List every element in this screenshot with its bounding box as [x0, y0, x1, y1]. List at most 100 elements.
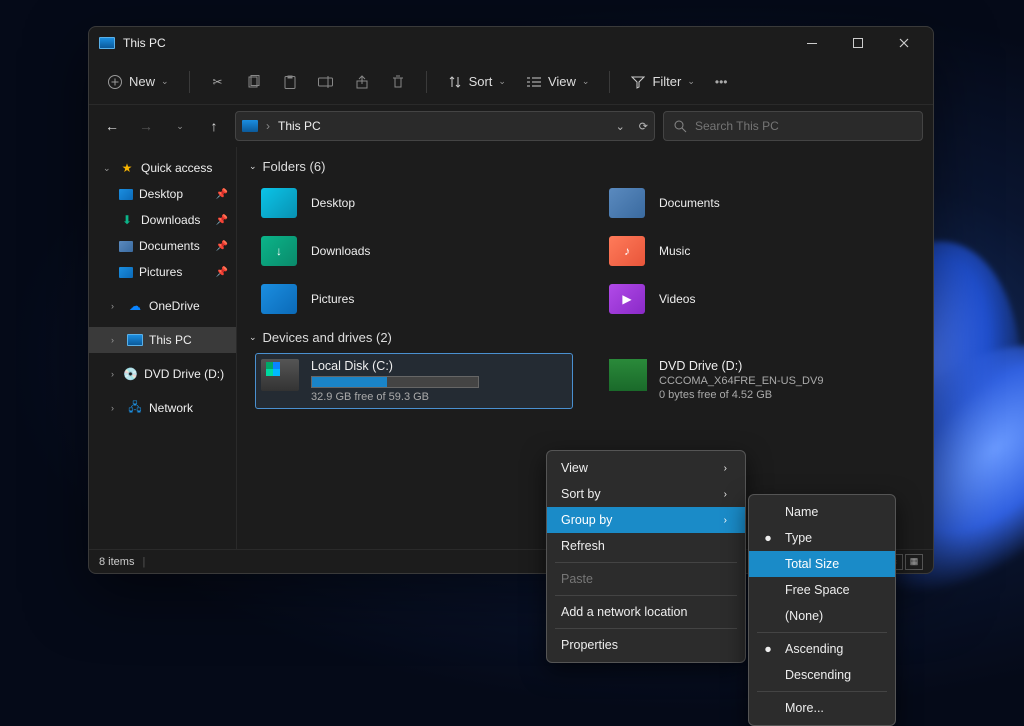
chevron-down-icon: ⌄ [103, 163, 113, 174]
chevron-down-icon: ⌄ [249, 332, 257, 343]
view-button[interactable]: View ⌄ [518, 68, 598, 96]
chevron-right-icon: › [111, 369, 117, 379]
sidebar: ⌄ ★ Quick access Desktop 📌 ⬇ Downloads 📌… [89, 147, 237, 549]
submenu-item-ascending[interactable]: ●Ascending [749, 636, 895, 662]
dvd-drive-icon [609, 359, 647, 391]
cut-button[interactable]: ✂ [202, 68, 234, 96]
ellipsis-icon: ••• [715, 75, 728, 89]
sidebar-item-this-pc[interactable]: › This PC [89, 327, 236, 353]
group-by-submenu: Name ●Type Total Size Free Space (None) … [748, 494, 896, 726]
forward-button[interactable]: → [133, 113, 159, 139]
menu-item-refresh[interactable]: Refresh [547, 533, 745, 559]
folders-section-header[interactable]: ⌄ Folders (6) [249, 159, 921, 174]
address-path: This PC [278, 119, 321, 133]
sidebar-item-dvd[interactable]: › 💿 DVD Drive (D:) CCCOMA [89, 361, 236, 387]
sidebar-item-pictures[interactable]: Pictures 📌 [89, 259, 236, 285]
more-button[interactable]: ••• [707, 69, 736, 95]
chevron-down-icon: ⌄ [249, 161, 257, 172]
close-button[interactable] [881, 27, 927, 59]
sidebar-item-network[interactable]: › 🖧 Network [89, 395, 236, 421]
share-button[interactable] [346, 68, 378, 96]
disc-icon: 💿 [123, 367, 138, 381]
sidebar-item-quick-access[interactable]: ⌄ ★ Quick access [89, 155, 236, 181]
desktop-folder-icon [261, 188, 297, 218]
menu-item-group-by[interactable]: Group by› [547, 507, 745, 533]
delete-button[interactable] [382, 68, 414, 96]
folder-downloads[interactable]: ↓Downloads [255, 230, 573, 272]
back-button[interactable]: ← [99, 113, 125, 139]
folder-desktop[interactable]: Desktop [255, 182, 573, 224]
rename-icon [318, 74, 334, 90]
menu-item-properties[interactable]: Properties [547, 632, 745, 658]
search-box[interactable] [663, 111, 923, 141]
refresh-button[interactable]: ⟳ [639, 120, 648, 133]
sidebar-item-downloads[interactable]: ⬇ Downloads 📌 [89, 207, 236, 233]
folder-music[interactable]: ♪Music [603, 230, 921, 272]
paste-button[interactable] [274, 68, 306, 96]
chevron-right-icon: › [724, 515, 727, 526]
sidebar-item-desktop[interactable]: Desktop 📌 [89, 181, 236, 207]
file-explorer-window: This PC New ⌄ ✂ [88, 26, 934, 574]
drive-local-c[interactable]: Local Disk (C:) 32.9 GB free of 59.3 GB [255, 353, 573, 409]
folder-videos[interactable]: ▶Videos [603, 278, 921, 320]
new-button[interactable]: New ⌄ [99, 68, 177, 96]
recent-button[interactable]: ⌄ [167, 113, 193, 139]
folder-pictures[interactable]: Pictures [255, 278, 573, 320]
music-folder-icon: ♪ [609, 236, 645, 266]
submenu-item-total-size[interactable]: Total Size [749, 551, 895, 577]
up-button[interactable]: ↑ [201, 113, 227, 139]
this-pc-icon [127, 334, 143, 346]
copy-button[interactable] [238, 68, 270, 96]
chevron-right-icon: › [111, 403, 121, 413]
view-icon [526, 74, 542, 90]
downloads-folder-icon: ↓ [261, 236, 297, 266]
copy-icon [246, 74, 262, 90]
drive-dvd-d[interactable]: DVD Drive (D:) CCCOMA_X64FRE_EN-US_DV9 0… [603, 353, 921, 409]
radio-selected-icon: ● [763, 642, 773, 656]
address-bar[interactable]: › This PC ⌄ ⟳ [235, 111, 655, 141]
chevron-down-icon: ⌄ [687, 76, 695, 87]
submenu-item-more[interactable]: More... [749, 695, 895, 721]
tiles-view-button[interactable]: ▦ [905, 554, 923, 570]
chevron-right-icon: › [724, 489, 727, 500]
folder-documents[interactable]: Documents [603, 182, 921, 224]
chevron-right-icon: › [724, 463, 727, 474]
window-title: This PC [123, 36, 166, 50]
chevron-down-icon[interactable]: ⌄ [616, 120, 625, 133]
storage-bar [311, 376, 479, 388]
trash-icon [390, 74, 406, 90]
sort-button[interactable]: Sort ⌄ [439, 68, 514, 96]
plus-circle-icon [107, 74, 123, 90]
menu-item-view[interactable]: View› [547, 455, 745, 481]
submenu-item-free-space[interactable]: Free Space [749, 577, 895, 603]
nav-bar: ← → ⌄ ↑ › This PC ⌄ ⟳ [89, 105, 933, 147]
submenu-item-type[interactable]: ●Type [749, 525, 895, 551]
maximize-button[interactable] [835, 27, 881, 59]
submenu-item-descending[interactable]: Descending [749, 662, 895, 688]
sidebar-item-onedrive[interactable]: › ☁ OneDrive [89, 293, 236, 319]
pictures-folder-icon [261, 284, 297, 314]
pin-icon: 📌 [216, 215, 228, 226]
download-icon: ⬇ [119, 213, 135, 227]
titlebar: This PC [89, 27, 933, 59]
network-icon: 🖧 [127, 401, 143, 415]
menu-item-sort-by[interactable]: Sort by› [547, 481, 745, 507]
star-icon: ★ [119, 161, 135, 175]
submenu-item-name[interactable]: Name [749, 499, 895, 525]
videos-folder-icon: ▶ [609, 284, 645, 314]
status-item-count: 8 items [99, 556, 134, 568]
minimize-button[interactable] [789, 27, 835, 59]
drives-section-header[interactable]: ⌄ Devices and drives (2) [249, 330, 921, 345]
menu-item-add-network[interactable]: Add a network location [547, 599, 745, 625]
rename-button[interactable] [310, 68, 342, 96]
cloud-icon: ☁ [127, 299, 143, 313]
submenu-item-none[interactable]: (None) [749, 603, 895, 629]
picture-icon [119, 267, 133, 278]
search-input[interactable] [695, 119, 912, 133]
sidebar-item-documents[interactable]: Documents 📌 [89, 233, 236, 259]
clipboard-icon [282, 74, 298, 90]
pin-icon: 📌 [216, 241, 228, 252]
menu-item-paste: Paste [547, 566, 745, 592]
documents-folder-icon [609, 188, 645, 218]
filter-button[interactable]: Filter ⌄ [622, 68, 702, 96]
